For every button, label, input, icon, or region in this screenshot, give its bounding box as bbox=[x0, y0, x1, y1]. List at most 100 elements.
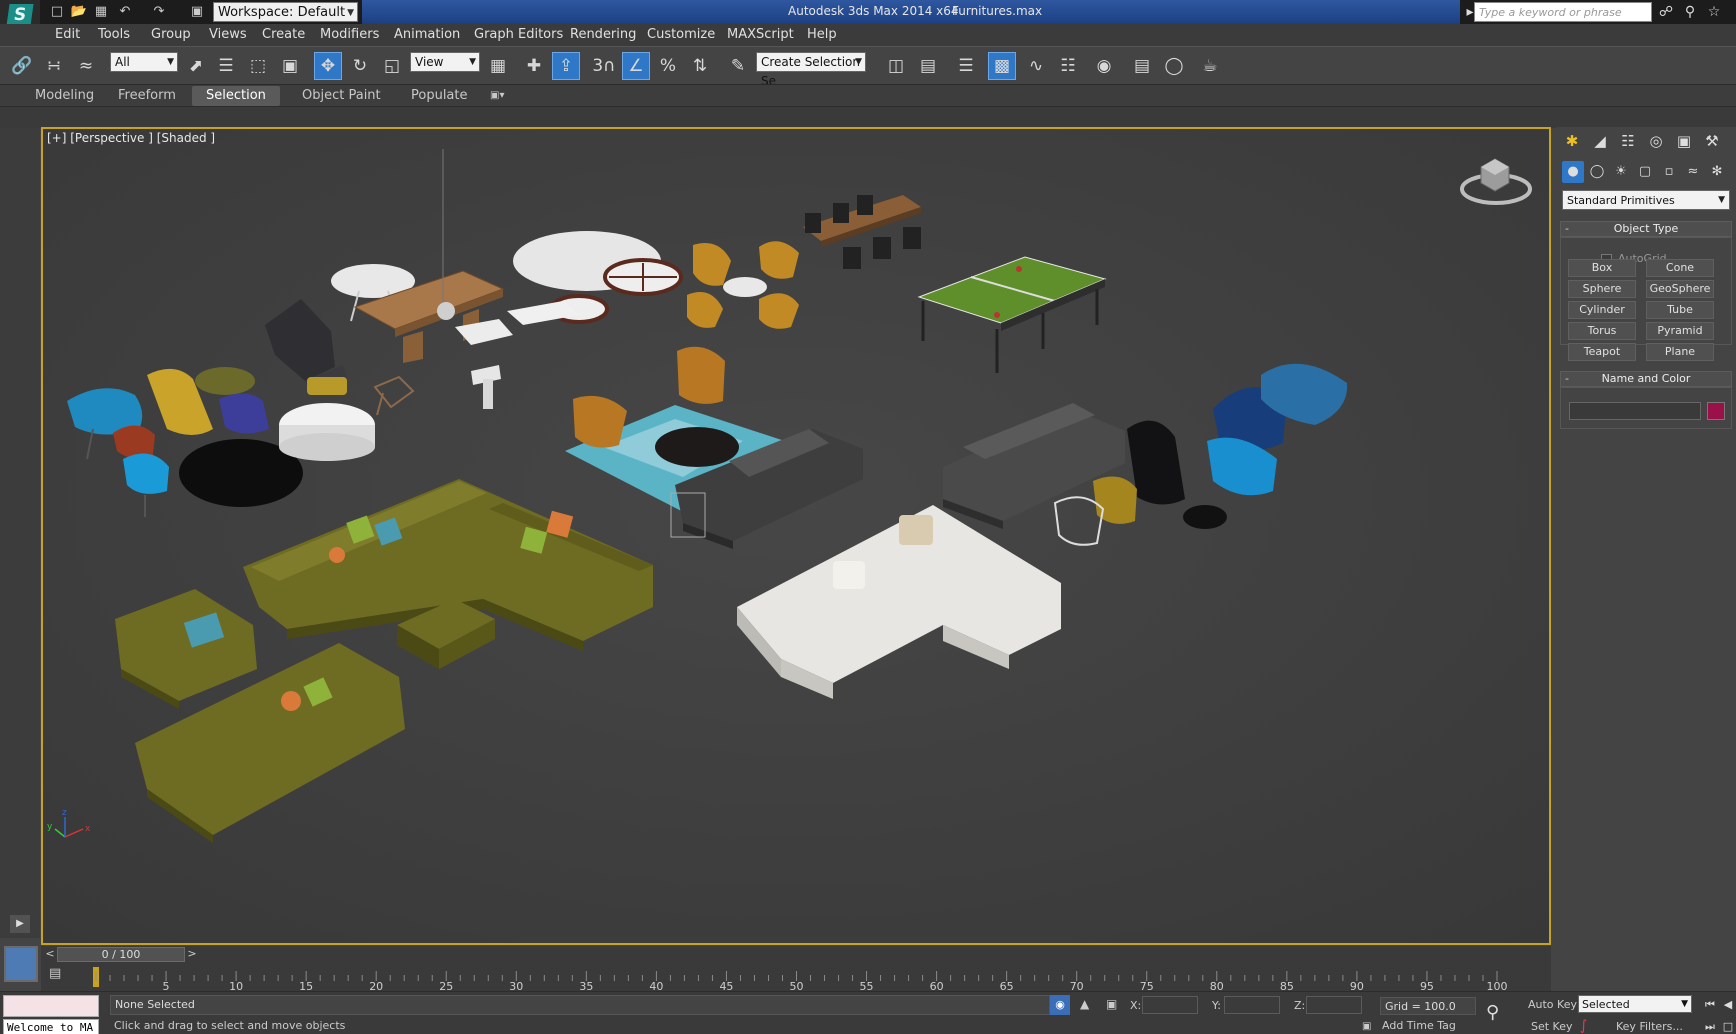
utilities-tab-icon[interactable]: ⚒ bbox=[1700, 129, 1724, 153]
object-color-swatch[interactable] bbox=[1707, 402, 1725, 420]
y-coordinate-field[interactable] bbox=[1224, 996, 1280, 1014]
snaps-toggle-icon[interactable]: 3∩ bbox=[590, 52, 618, 80]
tab-modeling[interactable]: Modeling bbox=[35, 88, 94, 103]
rectangular-selection-icon[interactable]: ⬚ bbox=[244, 52, 272, 80]
geosphere-button[interactable]: GeoSphere bbox=[1646, 280, 1714, 298]
geometry-icon[interactable]: ● bbox=[1562, 161, 1584, 183]
viewport-label[interactable]: [+] [Perspective ] [Shaded ] bbox=[47, 131, 215, 145]
object-type-rollout-header[interactable]: - Object Type bbox=[1560, 221, 1732, 237]
absolute-mode-icon[interactable]: ▣ bbox=[1106, 997, 1117, 1011]
rendered-frame-window-icon[interactable]: ◯ bbox=[1160, 52, 1188, 80]
auto-key-button[interactable]: Auto Key bbox=[1528, 998, 1577, 1011]
unlink-icon[interactable]: ∺ bbox=[40, 52, 68, 80]
graphite-ribbon-icon[interactable]: ▩ bbox=[988, 52, 1016, 80]
select-and-rotate-icon[interactable]: ↻ bbox=[346, 52, 374, 80]
menu-group[interactable]: Group bbox=[151, 27, 191, 42]
angle-snap-icon[interactable]: ∠ bbox=[622, 52, 650, 80]
go-to-start-icon[interactable]: ⏮ bbox=[1702, 997, 1718, 1013]
curve-editor-mini-icon[interactable]: ▤ bbox=[49, 966, 67, 984]
lounge-chair-gold[interactable] bbox=[1093, 476, 1137, 524]
hierarchy-tab-icon[interactable]: ☷ bbox=[1616, 129, 1640, 153]
selection-lock-icon[interactable]: ▲ bbox=[1080, 997, 1089, 1011]
teapot-button[interactable]: Teapot bbox=[1568, 343, 1636, 361]
lights-icon[interactable]: ☀ bbox=[1610, 161, 1632, 183]
create-tab-icon[interactable]: ✱ bbox=[1560, 129, 1584, 153]
search-icon[interactable]: ⚲ bbox=[1680, 2, 1700, 22]
open-file-icon[interactable]: 📂 bbox=[70, 3, 88, 21]
cone-button[interactable]: Cone bbox=[1646, 259, 1714, 277]
schematic-view-icon[interactable]: ☷ bbox=[1054, 52, 1082, 80]
window-crossing-icon[interactable]: ▣ bbox=[276, 52, 304, 80]
menu-animation[interactable]: Animation bbox=[394, 27, 460, 42]
pouf-olive[interactable] bbox=[195, 367, 255, 395]
render-setup-icon[interactable]: ▤ bbox=[1128, 52, 1156, 80]
new-file-icon[interactable]: □ bbox=[48, 3, 66, 21]
select-object-icon[interactable]: ⬈ bbox=[182, 52, 210, 80]
redo-icon[interactable]: ↷ bbox=[150, 3, 168, 21]
space-warps-icon[interactable]: ≈ bbox=[1682, 161, 1704, 183]
select-and-scale-icon[interactable]: ◱ bbox=[378, 52, 406, 80]
current-frame-field[interactable]: □ bbox=[1720, 1019, 1736, 1034]
material-editor-icon[interactable]: ◉ bbox=[1090, 52, 1118, 80]
tube-button[interactable]: Tube bbox=[1646, 301, 1714, 319]
prev-frame-icon[interactable]: < bbox=[43, 947, 57, 962]
reference-coord-dropdown[interactable]: View ▼ bbox=[410, 52, 480, 72]
object-name-field[interactable] bbox=[1569, 402, 1701, 420]
menu-views[interactable]: Views bbox=[209, 27, 247, 42]
box-button[interactable]: Box bbox=[1568, 259, 1636, 277]
select-by-name-icon[interactable]: ☰ bbox=[212, 52, 240, 80]
menu-maxscript[interactable]: MAXScript bbox=[727, 27, 794, 42]
render-production-icon[interactable]: ☕ bbox=[1196, 52, 1224, 80]
pyramid-button[interactable]: Pyramid bbox=[1646, 322, 1714, 340]
search-input[interactable]: Type a keyword or phrase bbox=[1474, 2, 1652, 22]
menu-create[interactable]: Create bbox=[262, 27, 305, 42]
percent-snap-icon[interactable]: % bbox=[654, 52, 682, 80]
cameras-icon[interactable]: ▢ bbox=[1634, 161, 1656, 183]
menu-rendering[interactable]: Rendering bbox=[570, 27, 636, 42]
perspective-viewport[interactable]: x y z [+] [Perspective ] [Shaded ] bbox=[41, 127, 1551, 945]
curve-editor-icon[interactable]: ∿ bbox=[1022, 52, 1050, 80]
cylinder-button[interactable]: Cylinder bbox=[1568, 301, 1636, 319]
motion-tab-icon[interactable]: ◎ bbox=[1644, 129, 1668, 153]
mirror-icon[interactable]: ◫ bbox=[882, 52, 910, 80]
modify-tab-icon[interactable]: ◢ bbox=[1588, 129, 1612, 153]
trackbar[interactable]: 5 10 15 20 25 30 35 40 45 50 55 60 65 70 75 80 85 90 95 100 bbox=[41, 963, 1551, 991]
name-color-rollout-header[interactable]: - Name and Color bbox=[1560, 371, 1732, 387]
named-selection-dropdown[interactable]: Create Selection Se ▼ bbox=[756, 52, 866, 88]
tab-populate[interactable]: Populate bbox=[411, 88, 468, 103]
display-tab-icon[interactable]: ▣ bbox=[1672, 129, 1696, 153]
layer-manager-icon[interactable]: ☰ bbox=[952, 52, 980, 80]
coffee-table-white-round[interactable] bbox=[279, 403, 375, 461]
manipulate-icon[interactable]: ✚ bbox=[520, 52, 548, 80]
maxscript-mini-listener-icon[interactable] bbox=[4, 946, 38, 982]
time-tag-icon[interactable]: ▣ bbox=[1362, 1021, 1371, 1032]
menu-customize[interactable]: Customize bbox=[647, 27, 715, 42]
key-filters-button[interactable]: Key Filters... bbox=[1616, 1020, 1683, 1033]
save-file-icon[interactable]: ▦ bbox=[92, 3, 110, 21]
x-coordinate-field[interactable] bbox=[1142, 996, 1198, 1014]
tab-selection[interactable]: Selection bbox=[192, 86, 280, 106]
set-key-icon[interactable]: ⚲ bbox=[1486, 1002, 1499, 1023]
ribbon-options-icon[interactable]: ▣▾ bbox=[490, 90, 504, 101]
sphere-button[interactable]: Sphere bbox=[1568, 280, 1636, 298]
workspace-dropdown[interactable]: Workspace: Default ▼ bbox=[213, 2, 358, 22]
pivot-center-icon[interactable]: ▦ bbox=[484, 52, 512, 80]
set-key-button[interactable]: Set Key bbox=[1531, 1020, 1573, 1033]
project-folder-icon[interactable]: ▣ bbox=[188, 3, 206, 21]
binoculars-icon[interactable]: ☍ bbox=[1656, 2, 1676, 22]
keyboard-shortcut-override-icon[interactable]: ⇪ bbox=[552, 52, 580, 80]
menu-tools[interactable]: Tools bbox=[98, 27, 130, 42]
time-slider[interactable]: < 0 / 100 > bbox=[41, 946, 1551, 963]
primitive-category-dropdown[interactable]: Standard Primitives ▼ bbox=[1562, 190, 1730, 210]
previous-frame-icon[interactable]: ◀ bbox=[1720, 997, 1736, 1013]
time-slider-thumb[interactable]: 0 / 100 bbox=[57, 947, 185, 962]
bind-space-warp-icon[interactable]: ≈ bbox=[72, 52, 100, 80]
torus-button[interactable]: Torus bbox=[1568, 322, 1636, 340]
shapes-icon[interactable]: ◯ bbox=[1586, 161, 1608, 183]
spinner-snap-icon[interactable]: ⇅ bbox=[686, 52, 714, 80]
star-icon[interactable]: ☆ bbox=[1704, 2, 1724, 22]
armchair-cognac-2[interactable] bbox=[677, 346, 725, 404]
helpers-icon[interactable]: ▫ bbox=[1658, 161, 1680, 183]
selection-filter-dropdown[interactable]: All ▼ bbox=[110, 52, 178, 72]
maxscript-listener-toggle-icon[interactable]: ▶ bbox=[10, 915, 30, 933]
